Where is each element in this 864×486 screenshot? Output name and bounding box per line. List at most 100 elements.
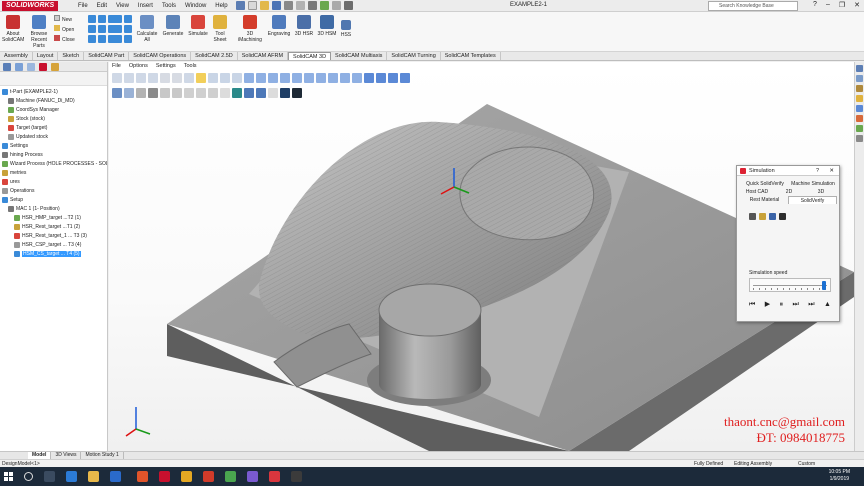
tab-host-cad[interactable]: Host CAD <box>741 188 773 196</box>
app-icon-1[interactable] <box>137 471 148 482</box>
sim-rapid-icon[interactable] <box>172 88 182 98</box>
grid-tool-icon[interactable] <box>114 25 122 33</box>
chrome-icon[interactable] <box>225 471 236 482</box>
design-library-icon[interactable] <box>856 85 863 92</box>
tree-item[interactable]: Stock (stock) <box>0 115 107 124</box>
sim-holder-icon[interactable] <box>160 88 170 98</box>
refresh-icon[interactable] <box>184 88 194 98</box>
app-icon-2[interactable] <box>181 471 192 482</box>
select-icon[interactable] <box>308 1 317 10</box>
task-view-icon[interactable] <box>44 471 55 482</box>
tree-item[interactable]: MAC 1 (1- Position) <box>0 205 107 214</box>
rebuild-icon[interactable] <box>320 1 329 10</box>
sim-stock-icon[interactable] <box>124 88 134 98</box>
tab-quick-solidverify[interactable]: Quick SolidVerify <box>741 180 789 188</box>
sim-option-1-icon[interactable] <box>749 213 756 220</box>
view-cube-2-icon[interactable] <box>256 73 266 83</box>
view-cube-1-icon[interactable] <box>244 73 254 83</box>
grid-tool-icon[interactable] <box>88 15 96 23</box>
tab-machine-simulation[interactable]: Machine Simulation <box>789 180 837 188</box>
tab-rest-material[interactable]: Rest Material <box>741 196 788 204</box>
tree-item[interactable]: Target (target) <box>0 124 107 133</box>
tree-item[interactable]: Settings <box>0 142 107 151</box>
resources-pane-icon[interactable] <box>856 75 863 82</box>
tree-item[interactable]: hining Process <box>0 151 107 160</box>
help-button[interactable]: ? <box>813 1 817 9</box>
grid-tool-icon[interactable] <box>98 15 106 23</box>
options-gear-icon[interactable] <box>344 1 353 10</box>
tree-item[interactable]: HSR_HMP_target ...T2 (1) <box>0 214 107 223</box>
tab-solidcam-multiaxis[interactable]: SolidCAM Multiaxis <box>331 52 388 60</box>
tree-item[interactable]: Wizard Process (HOLE PROCESSES - SOLIDWO <box>0 160 107 169</box>
highlight-icon[interactable] <box>196 73 206 83</box>
display-wire-icon[interactable] <box>388 73 398 83</box>
tab-solidcam-part[interactable]: SolidCAM Part <box>84 52 130 60</box>
sim-target-icon[interactable] <box>136 88 146 98</box>
vp-menu-options[interactable]: Options <box>129 62 148 71</box>
open-folder-icon[interactable] <box>260 1 269 10</box>
close-window-button[interactable]: ✕ <box>854 1 860 9</box>
home-icon[interactable] <box>236 1 245 10</box>
tree-item[interactable]: metries <box>0 169 107 178</box>
new-button[interactable]: New <box>54 15 80 25</box>
tree-item[interactable]: HSR_Rest_target_1 ... T3 (3) <box>0 232 107 241</box>
property-manager-icon[interactable] <box>15 63 23 71</box>
generate-button[interactable]: Generate <box>161 15 185 37</box>
tab-solidcam-3d[interactable]: SolidCAM 3D <box>288 52 332 60</box>
pause-button[interactable]: ⏸ <box>780 301 784 309</box>
grid-tool-icon[interactable] <box>88 35 96 43</box>
solidworks-logo[interactable]: SOLIDWORKS <box>2 1 59 11</box>
view-cube-10-icon[interactable] <box>352 73 362 83</box>
file-explorer-icon[interactable] <box>88 471 99 482</box>
sim-tool-icon[interactable] <box>148 88 158 98</box>
tab-solidcam-operations[interactable]: SolidCAM Operations <box>129 52 192 60</box>
solidcam-manager-icon[interactable] <box>39 63 47 71</box>
step-forward-button[interactable]: ⏭ <box>793 301 799 309</box>
browse-recent-parts-button[interactable]: Browse Recent Parts <box>28 15 50 49</box>
select-box-icon[interactable] <box>172 73 182 83</box>
tree-item[interactable]: HSM_CS_target ... T4 (5) <box>0 250 107 259</box>
sim-report-icon[interactable] <box>268 88 278 98</box>
app-icon-6[interactable] <box>291 471 302 482</box>
forum-icon[interactable] <box>856 135 863 142</box>
tab-assembly[interactable]: Assembly <box>0 52 33 60</box>
undo-icon[interactable] <box>296 1 305 10</box>
grid-tool-icon[interactable] <box>88 25 96 33</box>
tree-item[interactable]: Operations <box>0 187 107 196</box>
simulate-button[interactable]: Simulate <box>186 15 210 37</box>
menu-file[interactable]: File <box>78 2 88 10</box>
simulation-speed-slider[interactable] <box>749 278 831 292</box>
file-properties-icon[interactable] <box>332 1 341 10</box>
sim-box-icon[interactable] <box>280 88 290 98</box>
view-top-icon[interactable] <box>208 73 218 83</box>
view-cube-8-icon[interactable] <box>328 73 338 83</box>
sim-compare-icon[interactable] <box>208 88 218 98</box>
menu-tools[interactable]: Tools <box>162 2 176 10</box>
menu-insert[interactable]: Insert <box>138 2 153 10</box>
sim-option-2-icon[interactable] <box>759 213 766 220</box>
vp-menu-tools[interactable]: Tools <box>184 62 197 71</box>
engraving-button[interactable]: Engraving <box>266 15 292 37</box>
pan-icon[interactable] <box>136 73 146 83</box>
grid-tool-icon[interactable] <box>114 35 122 43</box>
about-solidcam-button[interactable]: About SolidCAM <box>2 15 24 43</box>
zoom-icon[interactable] <box>112 73 122 83</box>
tree-item[interactable]: Machine (FANUC_Di_MD) <box>0 97 107 106</box>
fit-icon[interactable] <box>160 73 170 83</box>
edge-browser-icon[interactable] <box>66 471 77 482</box>
grid-tool-icon[interactable] <box>98 35 106 43</box>
restore-button[interactable]: ❐ <box>839 1 845 9</box>
sim-option-3-icon[interactable] <box>769 213 776 220</box>
dialog-help-button[interactable]: ? <box>816 166 819 176</box>
hsm-3d-button[interactable]: 3D HSM <box>316 15 338 37</box>
view-palette-icon[interactable] <box>856 105 863 112</box>
config-manager-icon[interactable] <box>27 63 35 71</box>
calculate-all-button[interactable]: Calculate All <box>134 15 160 43</box>
view-cube-4-icon[interactable] <box>280 73 290 83</box>
sim-cursor-icon[interactable] <box>220 88 230 98</box>
grid-tool-icon[interactable] <box>98 25 106 33</box>
view-iso-icon[interactable] <box>232 73 242 83</box>
tree-item[interactable]: HSR_CSP_target ... T3 (4) <box>0 241 107 250</box>
tab-3d-views[interactable]: 3D Views <box>51 452 82 459</box>
step-back-button[interactable]: ⏮ <box>749 301 755 309</box>
